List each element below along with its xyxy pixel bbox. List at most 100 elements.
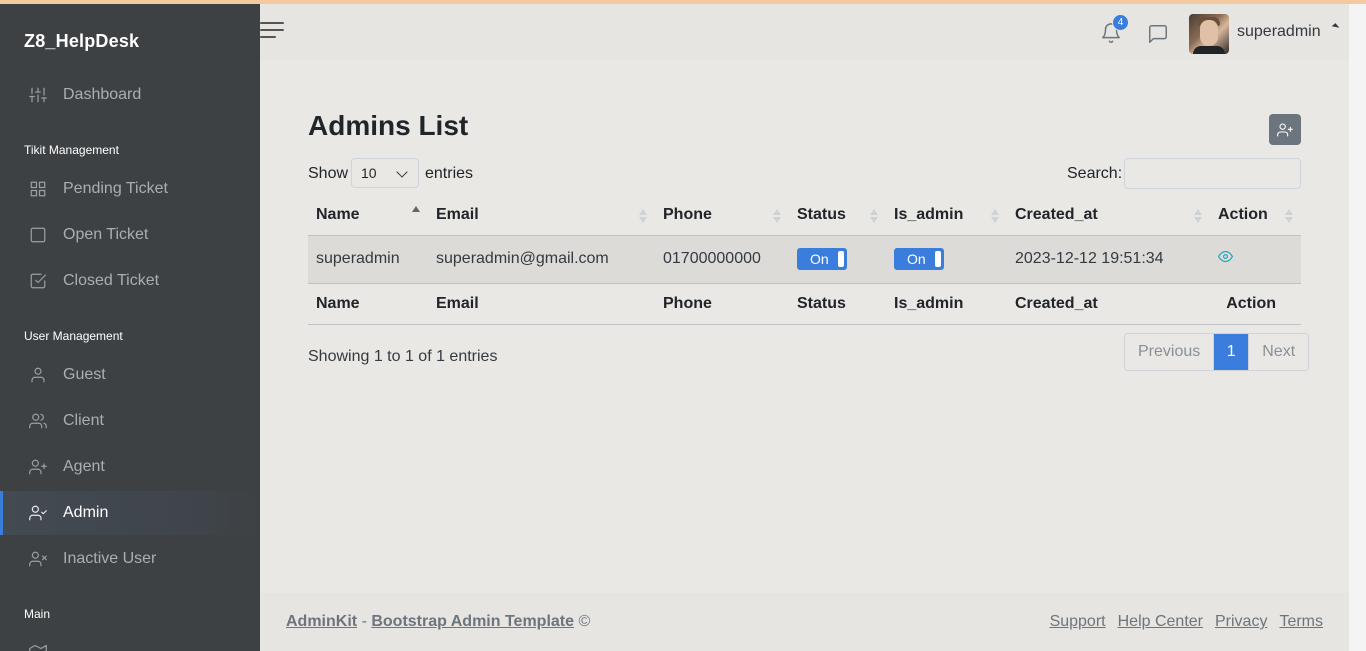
sidebar-item-inactive-user[interactable]: Inactive User — [0, 537, 260, 581]
user-plus-icon — [1277, 122, 1293, 137]
sidebar-item-closed-ticket[interactable]: Closed Ticket — [0, 259, 260, 303]
sidebar-section-user: User Management — [24, 329, 123, 343]
footer-brand-link[interactable]: AdminKit — [286, 613, 357, 630]
chevron-down-icon — [396, 166, 408, 178]
search-input[interactable] — [1124, 158, 1301, 189]
sort-icon — [870, 209, 878, 223]
cell-is-admin: On — [886, 235, 1007, 283]
sidebar-item-client[interactable]: Client — [0, 399, 260, 443]
sidebar-item-agent[interactable]: Agent — [0, 445, 260, 489]
sort-icon — [639, 209, 647, 223]
message-icon[interactable] — [1147, 23, 1171, 47]
is-admin-toggle[interactable]: On — [894, 248, 944, 270]
user-menu-name[interactable]: superadmin — [1237, 23, 1321, 41]
add-admin-button[interactable] — [1269, 114, 1301, 145]
footer-header-created-at: Created_at — [1007, 282, 1210, 325]
topbar: 4 superadmin — [260, 4, 1349, 60]
table-info: Showing 1 to 1 of 1 entries — [308, 348, 498, 365]
brand-logo[interactable]: Z8_HelpDesk — [24, 31, 139, 52]
pagination: Previous 1 Next — [1124, 333, 1310, 371]
search-label: Search: — [1067, 165, 1123, 182]
footer-link-help-center[interactable]: Help Center — [1118, 613, 1203, 631]
cell-phone: 01700000000 — [663, 250, 761, 267]
sidebar-item-label: Inactive User — [63, 550, 157, 567]
entries-select-value: 10 — [361, 165, 377, 181]
footer-header-status: Status — [789, 282, 886, 325]
column-header-action[interactable]: Action — [1210, 196, 1301, 236]
sidebar-item-label: Admin — [63, 504, 109, 521]
user-x-icon — [28, 549, 48, 569]
sort-icon — [1194, 209, 1202, 223]
status-toggle[interactable]: On — [797, 248, 847, 270]
eye-icon[interactable] — [1218, 250, 1233, 268]
check-square-icon — [28, 271, 48, 291]
sidebar-item-partial[interactable] — [0, 631, 260, 651]
footer-separator: - — [361, 613, 367, 630]
sidebar-item-label: Closed Ticket — [63, 272, 160, 289]
page-title: Admins List — [308, 110, 469, 141]
user-icon — [28, 365, 48, 385]
column-header-status[interactable]: Status — [789, 196, 886, 236]
user-check-icon — [28, 503, 48, 523]
cell-email: superadmin@gmail.com — [436, 250, 609, 267]
sidebar-section-main: Main — [24, 607, 51, 621]
column-header-is-admin[interactable]: Is_admin — [886, 196, 1007, 236]
sidebar-item-label: Pending Ticket — [63, 180, 168, 197]
entries-per-page-select[interactable]: 10 — [351, 158, 419, 188]
sidebar-item-label: Agent — [63, 458, 105, 475]
admins-table: Name Email Phone Status Is_admin Created… — [308, 196, 1301, 325]
table-row: superadmin superadmin@gmail.com 01700000… — [308, 235, 1301, 283]
footer-header-name: Name — [308, 282, 428, 325]
footer-template-link[interactable]: Bootstrap Admin Template — [371, 613, 574, 630]
grid-icon — [28, 179, 48, 199]
hamburger-menu-icon[interactable] — [260, 22, 284, 40]
column-header-phone[interactable]: Phone — [655, 196, 789, 236]
square-icon — [28, 225, 48, 245]
pagination-page-1[interactable]: 1 — [1214, 334, 1249, 370]
footer: AdminKit - Bootstrap Admin Template © Su… — [260, 593, 1349, 651]
sidebar-item-label: Client — [63, 412, 104, 429]
table-footer-row: Name Email Phone Status Is_admin Created… — [308, 282, 1301, 325]
column-header-email[interactable]: Email — [428, 196, 655, 236]
sidebar-item-admin[interactable]: Admin — [0, 491, 260, 535]
sort-icon — [773, 209, 781, 223]
footer-link-terms[interactable]: Terms — [1279, 613, 1323, 631]
pagination-next[interactable]: Next — [1248, 334, 1309, 370]
sidebar-item-open-ticket[interactable]: Open Ticket — [0, 213, 260, 257]
sidebar-item-guest[interactable]: Guest — [0, 353, 260, 397]
sidebar-item-pending-ticket[interactable]: Pending Ticket — [0, 167, 260, 211]
footer-link-support[interactable]: Support — [1050, 613, 1106, 631]
sidebar-item-dashboard[interactable]: Dashboard — [0, 73, 260, 117]
cell-name: superadmin — [316, 250, 400, 267]
scrollbar[interactable] — [1349, 4, 1366, 651]
user-plus-icon — [28, 457, 48, 477]
sidebar: Z8_HelpDesk Dashboard Tikit Management P… — [0, 4, 260, 651]
footer-header-is-admin: Is_admin — [886, 282, 1007, 325]
sidebar-item-label: Open Ticket — [63, 226, 149, 243]
cell-created-at: 2023-12-12 19:51:34 — [1015, 250, 1164, 267]
footer-header-phone: Phone — [655, 282, 789, 325]
footer-copyright: © — [578, 613, 591, 630]
sliders-icon — [28, 85, 48, 105]
table-header-row: Name Email Phone Status Is_admin Created… — [308, 196, 1301, 236]
notification-badge: 4 — [1112, 14, 1129, 31]
avatar[interactable] — [1189, 14, 1229, 54]
column-header-name[interactable]: Name — [308, 196, 428, 236]
sidebar-item-label: Dashboard — [63, 86, 142, 103]
sidebar-item-label: Guest — [63, 366, 106, 383]
sidebar-section-ticket: Tikit Management — [24, 143, 119, 157]
sort-icon — [1285, 209, 1293, 223]
show-label: Show — [308, 165, 349, 182]
map-icon — [28, 643, 48, 651]
users-icon — [28, 411, 48, 431]
column-header-created-at[interactable]: Created_at — [1007, 196, 1210, 236]
footer-link-privacy[interactable]: Privacy — [1215, 613, 1267, 631]
entries-label: entries — [425, 165, 474, 182]
caret-down-icon[interactable] — [1331, 23, 1340, 31]
cell-action — [1210, 235, 1301, 283]
sort-icon — [991, 209, 999, 223]
pagination-previous[interactable]: Previous — [1125, 334, 1215, 370]
footer-header-email: Email — [428, 282, 655, 325]
footer-header-action: Action — [1210, 282, 1301, 325]
cell-status: On — [789, 235, 886, 283]
